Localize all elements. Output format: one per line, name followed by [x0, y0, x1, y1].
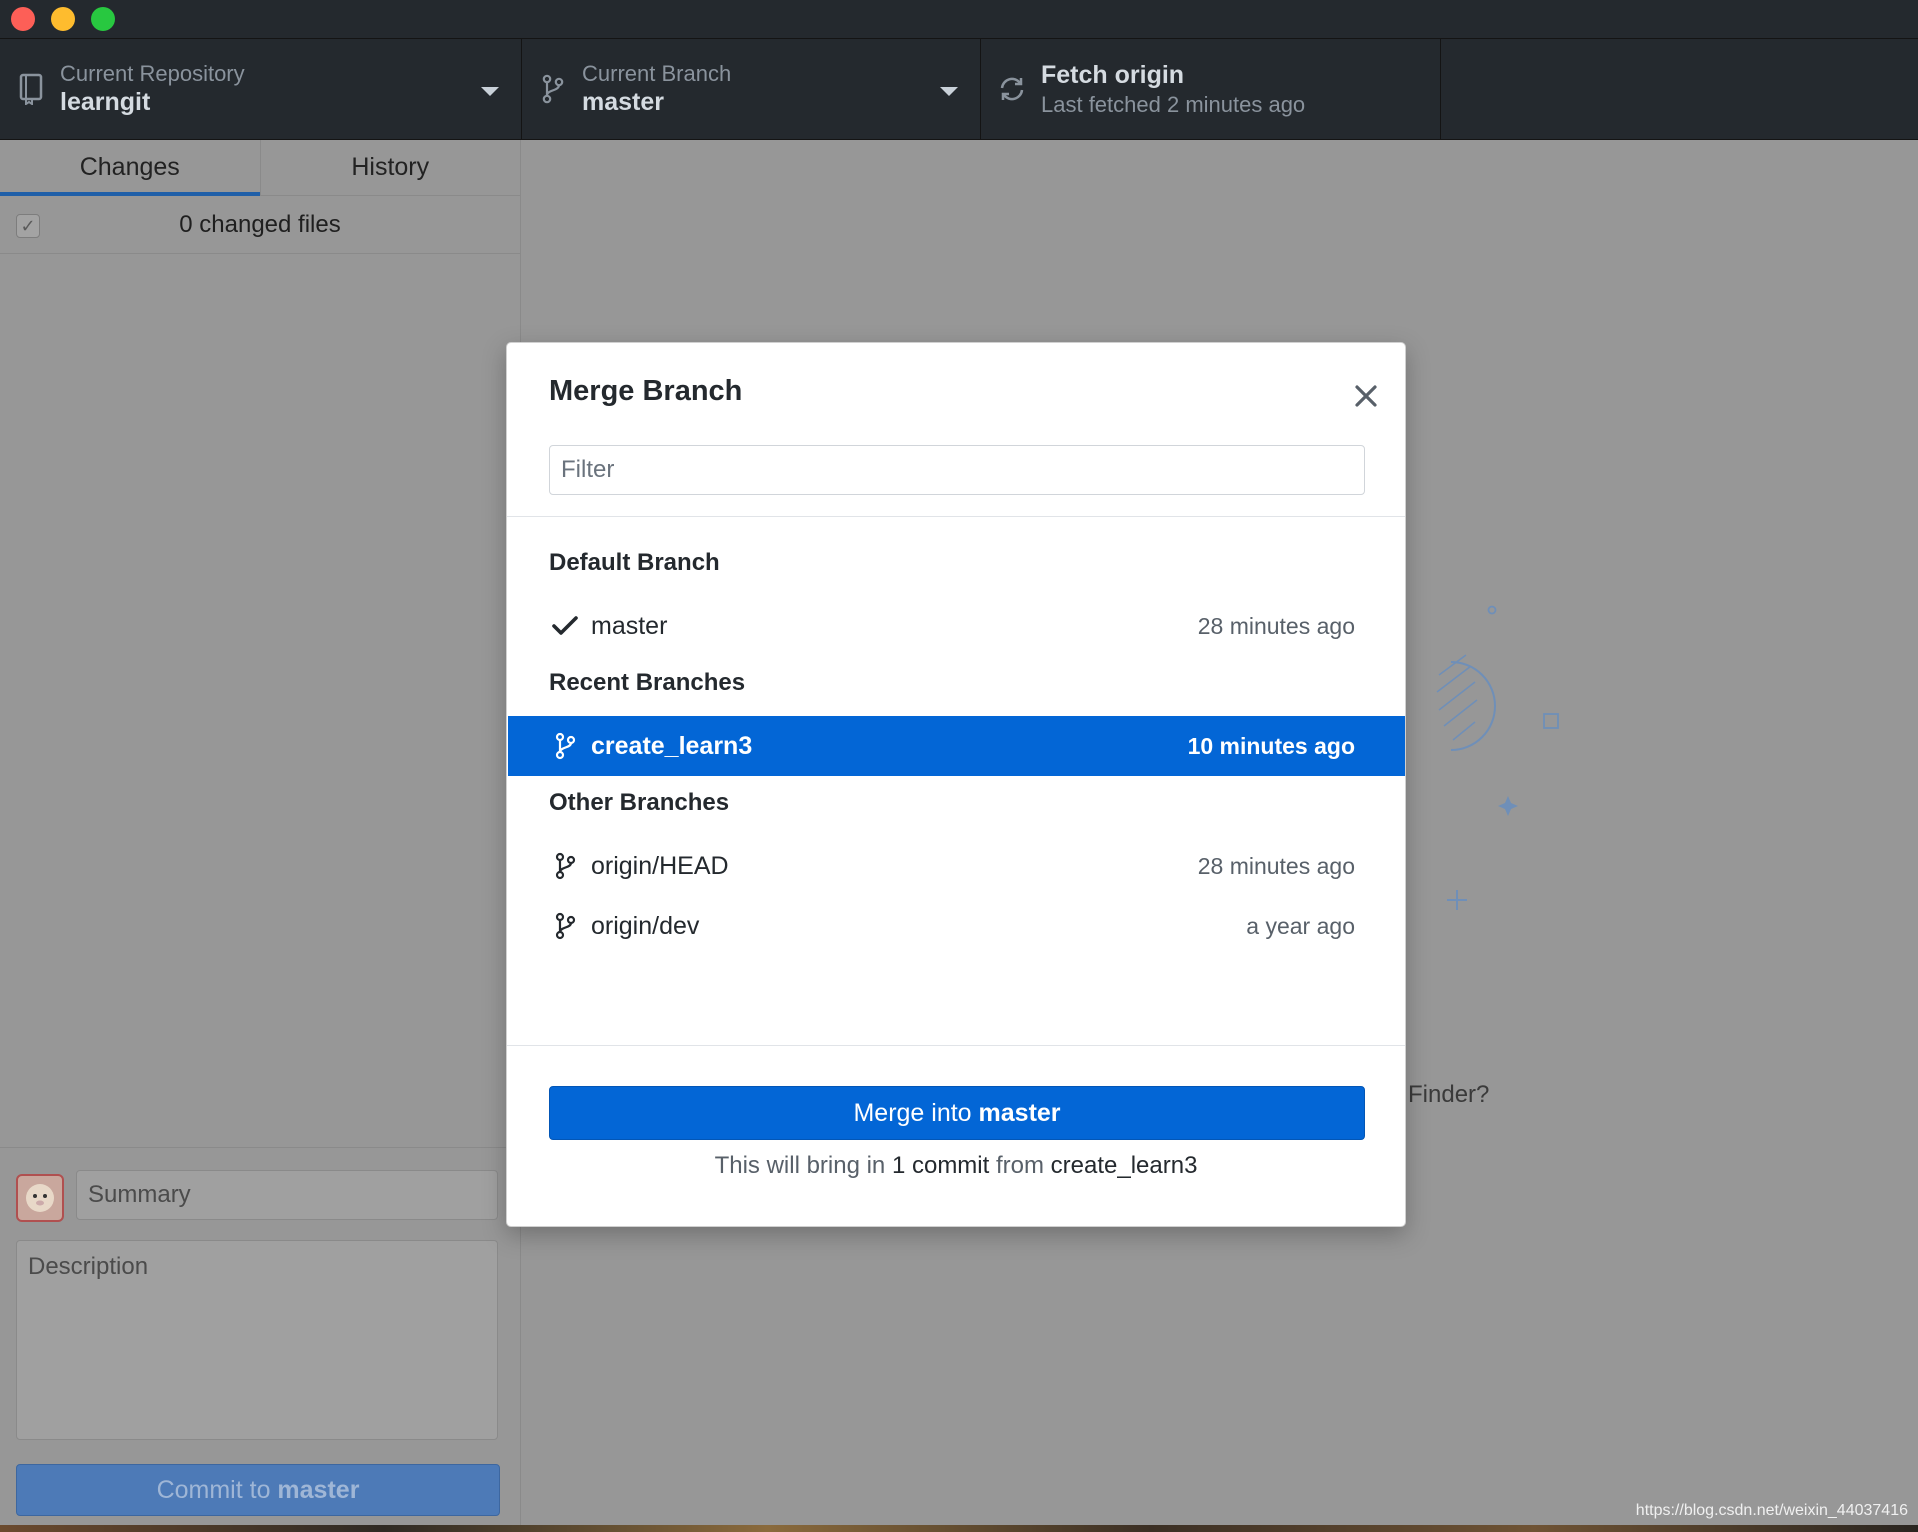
select-all-checkbox[interactable]: ✓ — [16, 214, 40, 238]
git-branch-icon — [550, 851, 580, 881]
branch-name: create_learn3 — [591, 731, 753, 760]
current-repository-dropdown[interactable]: Current Repository learngit — [0, 39, 522, 139]
branch-item-origin-dev[interactable]: origin/dev a year ago — [508, 896, 1405, 956]
check-icon — [550, 611, 580, 641]
dialog-title: Merge Branch — [549, 375, 743, 407]
merge-info-text: This will bring in — [714, 1152, 892, 1179]
commit-description-input[interactable] — [16, 1240, 498, 1440]
commit-button-branch: master — [277, 1476, 360, 1504]
group-header-other: Other Branches — [549, 789, 730, 816]
branch-name: master — [582, 88, 664, 117]
git-branch-icon — [550, 731, 580, 761]
group-header-recent: Recent Branches — [549, 669, 746, 696]
changed-files-count: 0 changed files — [179, 210, 341, 238]
merge-summary: This will bring in 1 commit from create_… — [507, 1152, 1405, 1180]
avatar — [16, 1174, 64, 1222]
branch-time: a year ago — [1246, 912, 1355, 939]
repository-name: learngit — [60, 88, 151, 117]
window-maximize-button[interactable] — [91, 7, 115, 31]
branch-name: origin/HEAD — [591, 851, 729, 880]
commit-area: Commit to master — [0, 1147, 521, 1525]
commit-button-prefix: Commit to — [156, 1476, 278, 1504]
merge-commit-count: 1 commit — [891, 1152, 990, 1179]
tab-history[interactable]: History — [259, 140, 521, 195]
git-branch-icon — [538, 71, 568, 107]
branch-time: 28 minutes ago — [1197, 612, 1355, 639]
branch-name: master — [591, 611, 668, 640]
merge-branch-dialog: Merge Branch Default Branch master 28 mi… — [506, 342, 1406, 1227]
merge-button-prefix: Merge into — [853, 1099, 979, 1127]
window-close-button[interactable] — [11, 7, 35, 31]
sync-icon — [997, 71, 1027, 107]
divider — [507, 516, 1405, 517]
branch-item-origin-head[interactable]: origin/HEAD 28 minutes ago — [508, 836, 1405, 896]
sidebar-tabs: Changes History — [0, 140, 520, 196]
branch-time: 28 minutes ago — [1197, 852, 1355, 879]
close-icon — [1355, 385, 1377, 407]
fetch-title: Fetch origin — [1041, 60, 1185, 89]
window-minimize-button[interactable] — [51, 7, 75, 31]
merge-into-button[interactable]: Merge into master — [549, 1086, 1365, 1140]
close-button[interactable] — [1349, 379, 1383, 413]
show-in-finder-hint: Finder? — [1408, 1081, 1490, 1108]
fetch-status: Last fetched 2 minutes ago — [1041, 91, 1306, 117]
repository-icon — [16, 71, 46, 107]
branch-item-create-learn3[interactable]: create_learn3 10 minutes ago — [508, 716, 1405, 776]
git-branch-icon — [550, 911, 580, 941]
merge-source-branch: create_learn3 — [1050, 1152, 1198, 1179]
branch-filter-input[interactable] — [549, 445, 1365, 495]
repository-label: Current Repository — [60, 60, 245, 86]
divider — [507, 1045, 1405, 1046]
commit-button[interactable]: Commit to master — [16, 1464, 500, 1516]
tab-changes[interactable]: Changes — [0, 140, 260, 196]
fetch-origin-button[interactable]: Fetch origin Last fetched 2 minutes ago — [981, 39, 1441, 139]
branch-label: Current Branch — [582, 60, 732, 86]
group-header-default: Default Branch — [549, 549, 720, 576]
merge-info-text: from — [989, 1152, 1051, 1179]
decorative-illustration — [1436, 605, 1559, 910]
commit-summary-input[interactable] — [76, 1170, 498, 1220]
sidebar: Changes History ✓ 0 changed files Commit… — [0, 140, 521, 1525]
branch-time: 10 minutes ago — [1187, 732, 1355, 759]
chevron-down-icon — [940, 87, 958, 96]
branch-item-master[interactable]: master 28 minutes ago — [508, 596, 1405, 656]
current-branch-dropdown[interactable]: Current Branch master — [522, 39, 981, 139]
changed-files-header: ✓ 0 changed files — [0, 196, 520, 254]
title-bar — [0, 0, 1918, 38]
toolbar: Current Repository learngit Current Bran… — [0, 38, 1918, 140]
chevron-down-icon — [481, 87, 499, 96]
desktop-strip — [0, 1525, 1918, 1532]
watermark: https://blog.csdn.net/weixin_44037416 — [1635, 1502, 1908, 1519]
merge-button-target: master — [978, 1099, 1061, 1127]
branch-name: origin/dev — [591, 911, 700, 940]
